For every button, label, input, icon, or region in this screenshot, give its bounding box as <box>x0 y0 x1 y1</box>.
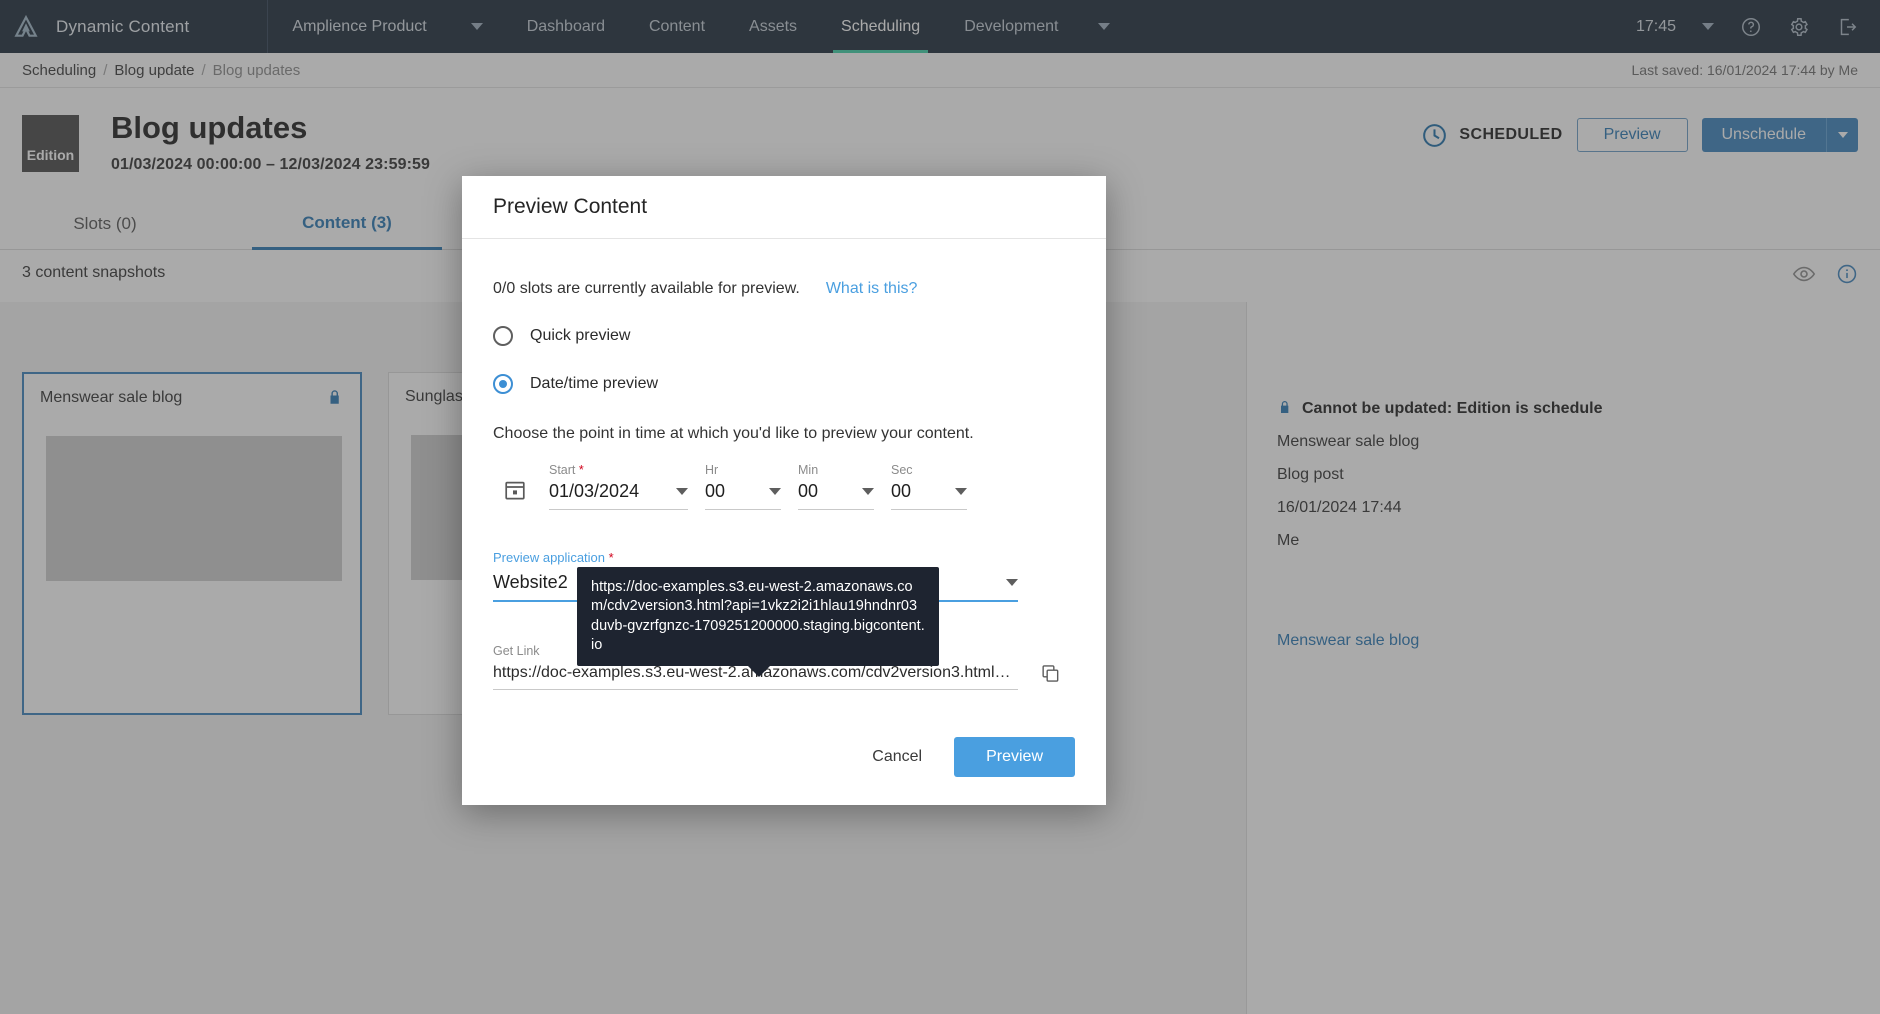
hour-control[interactable]: 00 <box>705 481 781 510</box>
chevron-down-icon <box>955 488 967 495</box>
preview-application-label: Preview application * <box>493 550 614 565</box>
minute-control[interactable]: 00 <box>798 481 874 510</box>
second-value: 00 <box>891 481 912 501</box>
minute-label: Min <box>798 463 819 477</box>
start-date-label: Start * <box>549 463 584 477</box>
radio-label: Quick preview <box>530 327 631 344</box>
dialog-title: Preview Content <box>493 195 648 218</box>
availability-text: 0/0 slots are currently available for pr… <box>493 280 800 297</box>
minute-field[interactable]: Min 00 <box>798 463 874 510</box>
instruction-text: Choose the point in time at which you'd … <box>493 425 974 442</box>
chevron-down-icon <box>862 488 874 495</box>
cancel-button[interactable]: Cancel <box>854 739 940 775</box>
dialog-footer: Cancel Preview <box>462 709 1106 805</box>
dialog-header: Preview Content <box>462 176 1106 239</box>
start-date-value: 01/03/2024 <box>549 481 640 501</box>
start-date-control[interactable]: 01/03/2024 <box>549 481 688 510</box>
hour-label: Hr <box>705 463 719 477</box>
radio-option-datetime-preview[interactable]: Date/time preview <box>493 374 1075 394</box>
second-field[interactable]: Sec 00 <box>891 463 967 510</box>
second-label: Sec <box>891 463 913 477</box>
app-root: Dynamic Content Amplience Product Dashbo… <box>0 0 1880 1014</box>
what-is-this-link[interactable]: What is this? <box>826 280 918 298</box>
copy-icon[interactable] <box>1040 663 1061 684</box>
preview-content-dialog: Preview Content 0/0 slots are currently … <box>462 176 1106 805</box>
radio-icon-selected[interactable] <box>493 374 513 394</box>
chevron-down-icon <box>1006 579 1018 586</box>
dialog-preview-button[interactable]: Preview <box>954 737 1075 777</box>
preview-application-value: Website2 <box>493 572 568 592</box>
availability-row: 0/0 slots are currently available for pr… <box>493 239 1075 298</box>
chevron-down-icon <box>676 488 688 495</box>
radio-option-quick-preview[interactable]: Quick preview <box>493 326 1075 346</box>
hour-value: 00 <box>705 481 726 501</box>
datetime-row: Start * 01/03/2024 Hr 00 Min 00 Sec 00 <box>493 463 1075 510</box>
radio-icon[interactable] <box>493 326 513 346</box>
radio-label: Date/time preview <box>530 375 659 392</box>
chevron-down-icon <box>769 488 781 495</box>
preview-url-tooltip: https://doc-examples.s3.eu-west-2.amazon… <box>577 567 939 678</box>
start-date-field[interactable]: Start * 01/03/2024 <box>549 463 688 510</box>
hour-field[interactable]: Hr 00 <box>705 463 781 510</box>
calendar-icon[interactable] <box>503 478 527 502</box>
second-control[interactable]: 00 <box>891 481 967 510</box>
minute-value: 00 <box>798 481 819 501</box>
